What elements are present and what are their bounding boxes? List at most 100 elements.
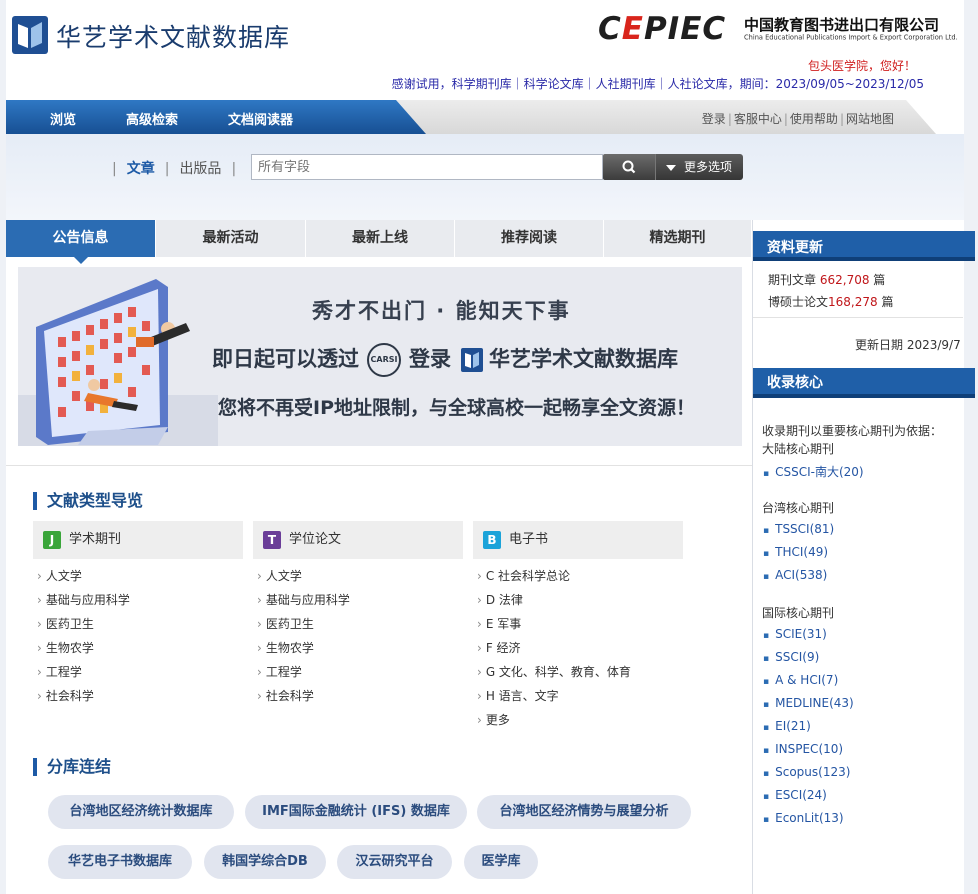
list-item[interactable]: 工程学 [257, 662, 350, 686]
list-item[interactable]: 人文学 [37, 566, 130, 590]
list-item[interactable]: 医药卫生 [257, 614, 350, 638]
branch-links-title: 分库连结 [33, 758, 111, 776]
search-icon [622, 160, 636, 174]
service-center-link[interactable]: 客服中心 [734, 112, 782, 126]
core-item-inspec[interactable]: INSPEC(10) [763, 742, 843, 756]
tab-recommended[interactable]: 推荐阅读 [455, 220, 604, 257]
banner-illustration [18, 279, 218, 446]
search-tab-publications[interactable]: 出版品 [179, 161, 221, 177]
doc-type-nav-title: 文献类型导览 [33, 492, 143, 510]
site-logo-text[interactable]: 华艺学术文献数据库 [56, 18, 290, 54]
info-tabs: 公告信息 最新活动 最新上线 推荐阅读 精选期刊 [6, 220, 752, 264]
list-item[interactable]: G 文化、科学、教育、体育 [477, 662, 631, 686]
content-divider [6, 465, 752, 466]
list-item[interactable]: F 经济 [477, 638, 631, 662]
core-item-thci[interactable]: THCI(49) [763, 545, 828, 559]
tab-latest-events[interactable]: 最新活动 [156, 220, 306, 257]
sidebar: 资料更新 期刊文章 662,708 篇 博硕士论文168,278 篇 更新日期 … [752, 220, 975, 894]
cepiec-logo[interactable]: CEPIEC 中国教育图书进出口有限公司 China Educational P… [598, 12, 958, 48]
journals-subject-list: 人文学 基础与应用科学 医药卫生 生物农学 工程学 社会科学 [37, 566, 130, 710]
more-options-button[interactable]: 更多选项 [655, 154, 743, 180]
core-item-scopus[interactable]: Scopus(123) [763, 765, 850, 779]
banner-line-2-a: 即日起可以透过 [212, 347, 359, 371]
airiti-logo-icon[interactable] [12, 16, 48, 54]
banner-line-2-c: 华艺学术文献数据库 [489, 347, 678, 371]
thesis-count: 博硕士论文168,278 篇 [768, 295, 894, 309]
update-date: 更新日期 2023/9/7 [855, 338, 961, 352]
main-nav: 浏览 高级检索 文档阅读器 登录 | 客服中心 | 使用帮助 | 网站地图 [6, 100, 964, 134]
branch-link-tw-econ-outlook[interactable]: 台湾地区经济情势与展望分析 [477, 795, 691, 829]
core-item-scie[interactable]: SCIE(31) [763, 627, 827, 641]
branch-link-tw-econ-stats[interactable]: 台湾地区经济统计数据库 [48, 795, 234, 829]
top-links: 登录 | 客服中心 | 使用帮助 | 网站地图 [701, 112, 894, 126]
list-item[interactable]: 人文学 [257, 566, 350, 590]
branch-link-ebooks[interactable]: 华艺电子书数据库 [48, 845, 192, 879]
more-link[interactable]: 更多 [477, 710, 631, 734]
search-tab-articles[interactable]: 文章 [127, 161, 155, 177]
cepiec-name-cn: 中国教育图书进出口有限公司 [744, 16, 940, 34]
core-item-esci[interactable]: ESCI(24) [763, 788, 827, 802]
core-intro: 收录期刊以重要核心期刊为依据： [762, 424, 943, 438]
tab-announcements[interactable]: 公告信息 [6, 220, 156, 264]
list-item[interactable]: C 社会科学总论 [477, 566, 631, 590]
list-item[interactable]: 生物农学 [37, 638, 130, 662]
dropdown-caret-icon [666, 164, 676, 171]
list-item[interactable]: 工程学 [37, 662, 130, 686]
announcement-banner[interactable]: 秀才不出门 · 能知天下事 即日起可以透过 CARSI 登录 华艺学术文献数据库 您将… [18, 267, 742, 446]
branch-link-hanyun[interactable]: 汉云研究平台 [337, 845, 452, 879]
journal-article-count: 期刊文章 662,708 篇 [768, 273, 886, 287]
tab-latest-online[interactable]: 最新上线 [306, 220, 455, 257]
user-greeting: 包头医学院，您好！ [807, 59, 916, 73]
sitemap-link[interactable]: 网站地图 [846, 112, 894, 126]
banner-line-2-b: 登录 [409, 347, 451, 371]
core-item-ei[interactable]: EI(21) [763, 719, 811, 733]
search-band: |文章|出版品| 更多选项 [6, 134, 964, 220]
list-item[interactable]: 社会科学 [37, 686, 130, 710]
more-options-label: 更多选项 [684, 160, 733, 174]
ebook-badge-icon: B [483, 530, 501, 549]
ebooks-subject-list: C 社会科学总论 D 法律 E 军事 F 经济 G 文化、科学、教育、体育 H … [477, 566, 631, 734]
list-item[interactable]: 基础与应用科学 [37, 590, 130, 614]
search-button[interactable] [603, 154, 655, 180]
trial-notice: 感谢试用，科学期刊库｜科学论文库｜人社期刊库｜人社论文库，期间：2023/09/… [391, 77, 924, 91]
branch-link-korea-db[interactable]: 韩国学综合DB [204, 845, 326, 879]
banner-line-2: 即日起可以透过 CARSI 登录 华艺学术文献数据库 [212, 343, 678, 377]
carsi-logo-icon: CARSI [367, 343, 401, 377]
category-ebooks-label: 电子书 [509, 532, 549, 547]
branch-link-imf-ifs[interactable]: IMF国际金融统计 (IFS) 数据库 [245, 795, 467, 829]
category-theses-header[interactable]: T 学位论文 [253, 521, 463, 559]
search-scope-tabs: | 文章 | 出版品 | [112, 161, 237, 177]
list-item[interactable]: 社会科学 [257, 686, 350, 710]
nav-advanced-search[interactable]: 高级检索 [126, 109, 178, 128]
intl-core-title: 国际核心期刊 [762, 606, 835, 620]
search-input[interactable] [252, 155, 602, 179]
search-box [251, 154, 603, 180]
tab-featured-journals[interactable]: 精选期刊 [604, 220, 752, 257]
list-item[interactable]: 基础与应用科学 [257, 590, 350, 614]
core-item-medline[interactable]: MEDLINE(43) [763, 696, 854, 710]
header: 华艺学术文献数据库 CEPIEC 中国教育图书进出口有限公司 China Edu… [6, 0, 964, 100]
nav-document-reader[interactable]: 文档阅读器 [228, 109, 293, 128]
core-item-cssci[interactable]: CSSCI-南大(20) [763, 463, 864, 480]
list-item[interactable]: 生物农学 [257, 638, 350, 662]
login-link[interactable]: 登录 [702, 112, 726, 126]
core-item-ahci[interactable]: A & HCI(7) [763, 673, 838, 687]
airiti-logo-small-icon [461, 348, 483, 372]
taiwan-core-title: 台湾核心期刊 [762, 501, 835, 515]
category-journals-header[interactable]: J 学术期刊 [33, 521, 243, 559]
core-item-ssci[interactable]: SSCI(9) [763, 650, 819, 664]
core-item-aci[interactable]: ACI(538) [763, 568, 827, 582]
banner-line-1: 秀才不出门 · 能知天下事 [312, 299, 571, 323]
category-ebooks-header[interactable]: B 电子书 [473, 521, 683, 559]
list-item[interactable]: H 语言、文字 [477, 686, 631, 710]
core-item-econlit[interactable]: EconLit(13) [763, 811, 843, 825]
core-collection-title: 收录核心 [767, 375, 823, 391]
help-link[interactable]: 使用帮助 [790, 112, 838, 126]
core-item-tssci[interactable]: TSSCI(81) [763, 522, 834, 536]
nav-browse[interactable]: 浏览 [50, 109, 76, 128]
list-item[interactable]: 医药卫生 [37, 614, 130, 638]
list-item[interactable]: E 军事 [477, 614, 631, 638]
branch-link-medical[interactable]: 医学库 [464, 845, 538, 879]
sidebar-divider [753, 317, 963, 318]
list-item[interactable]: D 法律 [477, 590, 631, 614]
